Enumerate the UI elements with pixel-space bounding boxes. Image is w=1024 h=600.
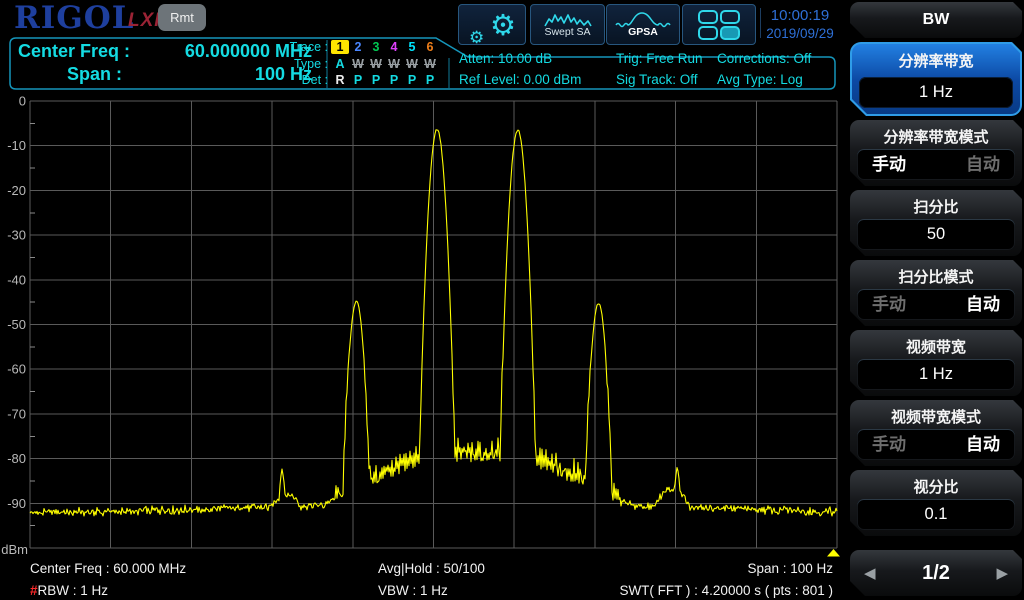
trace-5[interactable]: 5	[403, 40, 421, 54]
status-span: Span : 100 Hz	[0, 561, 833, 576]
softkey-rbw-label: 分辨率带宽	[852, 44, 1020, 71]
softkey-rbw-active[interactable]: 分辨率带宽 1 Hz	[850, 42, 1022, 116]
trace-3[interactable]: 3	[367, 40, 385, 54]
atten-ref-block: Atten: 10.00 dB Ref Level: 0.00 dBm	[459, 48, 581, 90]
trace-num-row: Trace : 1 2 3 4 5 6	[282, 39, 439, 56]
svg-text:0: 0	[19, 95, 26, 109]
softkey-menu: BW 分辨率带宽 1 Hz 分辨率带宽模式 手动 自动 扫分比 50 扫分比模式…	[848, 0, 1024, 600]
softkey-span-rbw-ratio-mode[interactable]: 扫分比模式 手动 自动	[850, 260, 1022, 326]
sweep-marker-icon	[827, 549, 840, 557]
svg-text:-70: -70	[7, 406, 26, 421]
trace-5-det: P	[403, 73, 421, 87]
softkey-span-rbw-ratio[interactable]: 扫分比 50	[850, 190, 1022, 256]
svg-text:dBm: dBm	[1, 542, 28, 557]
page-prev-icon[interactable]: ◀	[864, 564, 876, 582]
trace-6-det: P	[421, 73, 439, 87]
trace-4-type: W	[385, 57, 403, 71]
trace-1[interactable]: 1	[331, 40, 349, 54]
status-swt: SWT( FFT ) : 4.20000 s ( pts : 801 )	[0, 583, 833, 598]
span-label: Span :	[67, 64, 122, 85]
corrections-value: Corrections: Off	[717, 48, 811, 69]
vbw-mode-manual[interactable]: 手动	[872, 429, 906, 460]
menu-title-bw: BW	[850, 2, 1022, 38]
spectrum-display: 0 -10 -20 -30 -40 -50 -60 -70 -80 -90 dBm	[0, 95, 845, 565]
trace-3-det: P	[367, 73, 385, 87]
trig-value: Trig: Free Run	[616, 48, 703, 69]
trace-4-det: P	[385, 73, 403, 87]
trace-1-det: R	[331, 73, 349, 87]
trace-table[interactable]: Trace : 1 2 3 4 5 6 Type : A W W W W W D…	[282, 39, 439, 89]
softkey-vbw-rbw-ratio[interactable]: 视分比 0.1	[850, 470, 1022, 536]
ref-level-value: Ref Level: 0.00 dBm	[459, 69, 581, 90]
sig-track-value: Sig Track: Off	[616, 69, 703, 90]
trace-det-label: Det :	[282, 73, 331, 87]
trace-4[interactable]: 4	[385, 40, 403, 54]
svg-text:-90: -90	[7, 496, 26, 511]
menu-page-button[interactable]: ◀ 1/2 ▶	[850, 550, 1022, 596]
ratio-mode-manual[interactable]: 手动	[872, 289, 906, 320]
trace-6[interactable]: 6	[421, 40, 439, 54]
trace-3-type: W	[367, 57, 385, 71]
trace-2[interactable]: 2	[349, 40, 367, 54]
atten-value: Atten: 10.00 dB	[459, 48, 581, 69]
chart-grid	[30, 101, 837, 548]
status-row-1: Center Freq : 60.000 MHz Avg|Hold : 50/1…	[0, 561, 845, 578]
softkey-rbw-mode[interactable]: 分辨率带宽模式 手动 自动	[850, 120, 1022, 186]
trig-block: Trig: Free Run Sig Track: Off	[616, 48, 703, 90]
svg-text:-20: -20	[7, 183, 26, 198]
corrections-block: Corrections: Off Avg Type: Log	[717, 48, 811, 90]
svg-text:-80: -80	[7, 451, 26, 466]
vbw-mode-auto[interactable]: 自动	[966, 429, 1000, 460]
center-freq-label: Center Freq :	[18, 41, 130, 62]
trace-5-type: W	[403, 57, 421, 71]
svg-text:-40: -40	[7, 272, 26, 287]
trace-row-label: Trace :	[282, 40, 331, 54]
trace-det-row: Det : R P P P P P	[282, 72, 439, 89]
svg-text:-50: -50	[7, 317, 26, 332]
trace-2-det: P	[349, 73, 367, 87]
rbw-mode-manual[interactable]: 手动	[872, 149, 906, 180]
softkey-vbw-mode[interactable]: 视频带宽模式 手动 自动	[850, 400, 1022, 466]
trace-1-type: A	[331, 57, 349, 71]
softkey-vbw[interactable]: 视频带宽 1 Hz	[850, 330, 1022, 396]
softkey-rbw-value: 1 Hz	[859, 77, 1013, 108]
svg-text:-10: -10	[7, 138, 26, 153]
y-axis-labels: 0 -10 -20 -30 -40 -50 -60 -70 -80 -90 dBm	[1, 95, 28, 557]
page-indicator: 1/2	[922, 562, 950, 585]
avg-type-value: Avg Type: Log	[717, 69, 811, 90]
status-row-2: #RBW : 1 Hz VBW : 1 Hz SWT( FFT ) : 4.20…	[0, 583, 845, 600]
svg-text:-30: -30	[7, 228, 26, 243]
svg-text:-60: -60	[7, 362, 26, 377]
trace-type-row: Type : A W W W W W	[282, 56, 439, 73]
trace-type-label: Type :	[282, 57, 331, 71]
ratio-mode-auto[interactable]: 自动	[966, 289, 1000, 320]
rigol-spectrum-analyzer-screen: RIGOL LXI Rmt ⚙ ⚙ Swept SA GPSA 10:00:19…	[0, 0, 1024, 600]
trace-2-type: W	[349, 57, 367, 71]
trace-6-type: W	[421, 57, 439, 71]
page-next-icon[interactable]: ▶	[996, 564, 1008, 582]
rbw-mode-auto[interactable]: 自动	[966, 149, 1000, 180]
